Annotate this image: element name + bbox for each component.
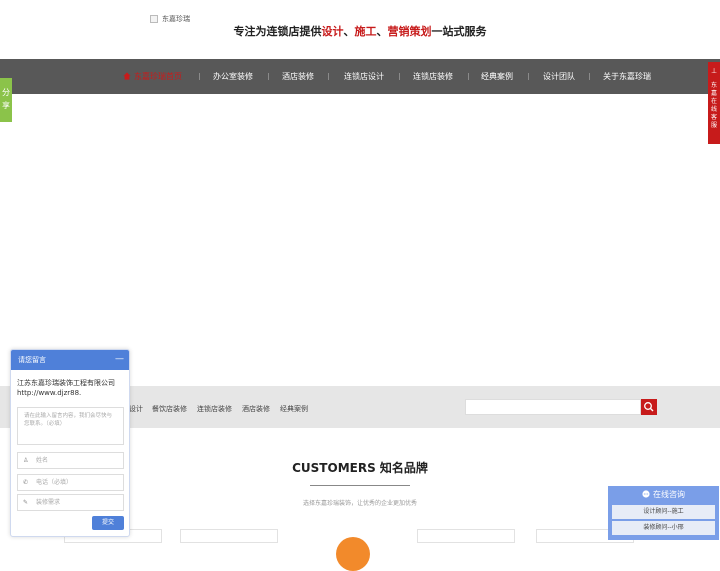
hero-banner xyxy=(0,94,720,386)
slogan-sep-1: 、 xyxy=(343,25,355,38)
online-consult-panel: 在线咨询 设计顾问--施工 装修顾问--小邢 xyxy=(608,486,719,540)
nav-item-cases[interactable]: 经典案例 xyxy=(481,59,513,94)
nav-divider xyxy=(528,73,529,80)
nav-divider xyxy=(199,73,200,80)
nav-divider xyxy=(468,73,469,80)
leave-message-panel: 请您留言 — 江苏东嘉珍瑞装饰工程有限公司 http://www.djzr88.… xyxy=(10,349,130,537)
need-placeholder: 装修需求 xyxy=(36,499,61,506)
search-input[interactable] xyxy=(465,399,641,415)
share-char: 享 xyxy=(2,101,10,110)
service-char: 嘉 xyxy=(710,90,717,97)
service-char: 在 xyxy=(710,98,717,105)
note-icon: ✎ xyxy=(23,499,29,506)
category-design[interactable]: 设计 xyxy=(129,404,143,414)
need-field[interactable]: ✎ 装修需求 xyxy=(17,494,124,511)
nav-divider xyxy=(399,73,400,80)
company-info: 江苏东嘉珍瑞装饰工程有限公司 http://www.djzr88. xyxy=(17,378,129,398)
service-char: 服 xyxy=(710,122,717,129)
main-nav: 东嘉珍瑞首页 办公室装修 酒店装修 连锁店设计 连锁店装修 经典案例 设计团队 … xyxy=(0,59,720,94)
minimize-button[interactable]: — xyxy=(115,350,124,368)
consult-decor-advisor[interactable]: 装修顾问--小邢 xyxy=(612,521,715,535)
chat-bubble-icon xyxy=(642,490,650,498)
consult-design-advisor[interactable]: 设计顾问--施工 xyxy=(612,505,715,519)
search-button[interactable] xyxy=(641,399,657,415)
consult-title: 在线咨询 xyxy=(653,490,685,499)
slogan-highlight-marketing: 营销策划 xyxy=(387,25,432,38)
service-char: 客 xyxy=(710,114,717,121)
nav-item-about[interactable]: 关于东嘉珍瑞 xyxy=(603,59,651,94)
brand-card[interactable] xyxy=(180,529,278,543)
online-service-tab[interactable]: ⊥ 东 嘉 在 线 客 服 xyxy=(708,62,720,144)
nav-divider xyxy=(328,73,329,80)
nav-divider xyxy=(589,73,590,80)
share-char: 分 xyxy=(2,88,10,97)
nav-item-chain-decor[interactable]: 连锁店装修 xyxy=(413,59,453,94)
submit-button[interactable]: 提交 xyxy=(92,516,124,530)
phone-icon: ✆ xyxy=(23,479,29,486)
share-tab[interactable]: 分 享 xyxy=(0,78,12,122)
slogan-highlight-build: 施工 xyxy=(354,25,377,38)
name-field[interactable]: ♙ 姓名 xyxy=(17,452,124,469)
service-tab-icon: ⊥ xyxy=(710,67,718,75)
nav-item-hotel[interactable]: 酒店装修 xyxy=(282,59,314,94)
phone-placeholder: 电话（必填） xyxy=(36,479,73,486)
nav-divider xyxy=(268,73,269,80)
slogan-text-2: 一站式服务 xyxy=(431,25,487,38)
message-textarea[interactable]: 请在此输入留言内容，我们会尽快与您联系。（必填） xyxy=(17,407,124,445)
category-chain-store[interactable]: 连锁店装修 xyxy=(197,404,232,414)
category-hotel[interactable]: 酒店装修 xyxy=(242,404,270,414)
name-placeholder: 姓名 xyxy=(36,457,49,464)
message-panel-header: 请您留言 — xyxy=(11,350,129,370)
search-icon xyxy=(644,402,654,412)
service-char: 东 xyxy=(710,82,717,89)
category-cases[interactable]: 经典案例 xyxy=(280,404,308,414)
service-char: 线 xyxy=(710,106,717,113)
nav-item-team[interactable]: 设计团队 xyxy=(543,59,575,94)
slogan-sep-2: 、 xyxy=(376,25,388,38)
home-icon xyxy=(123,72,131,80)
broken-image-icon xyxy=(150,15,158,23)
title-underline xyxy=(310,485,410,486)
nav-item-home[interactable]: 东嘉珍瑞首页 xyxy=(123,59,182,94)
phone-field[interactable]: ✆ 电话（必填） xyxy=(17,474,124,491)
brand-logo-circle xyxy=(336,537,370,571)
nav-label-home: 东嘉珍瑞首页 xyxy=(134,72,182,81)
slogan-text-1: 专注为连锁店提供 xyxy=(233,25,322,38)
nav-item-office[interactable]: 办公室装修 xyxy=(213,59,253,94)
nav-item-chain-design[interactable]: 连锁店设计 xyxy=(344,59,384,94)
user-icon: ♙ xyxy=(23,457,29,464)
header-slogan: 专注为连锁店提供设计、施工、营销策划一站式服务 xyxy=(0,23,720,39)
brand-card[interactable] xyxy=(417,529,515,543)
company-url: http://www.djzr88. xyxy=(17,389,82,397)
category-restaurant[interactable]: 餐饮店装修 xyxy=(152,404,187,414)
company-name: 江苏东嘉珍瑞装饰工程有限公司 xyxy=(17,379,115,387)
message-panel-title: 请您留言 xyxy=(18,356,46,364)
consult-header[interactable]: 在线咨询 xyxy=(608,486,719,503)
slogan-highlight-design: 设计 xyxy=(321,25,344,38)
